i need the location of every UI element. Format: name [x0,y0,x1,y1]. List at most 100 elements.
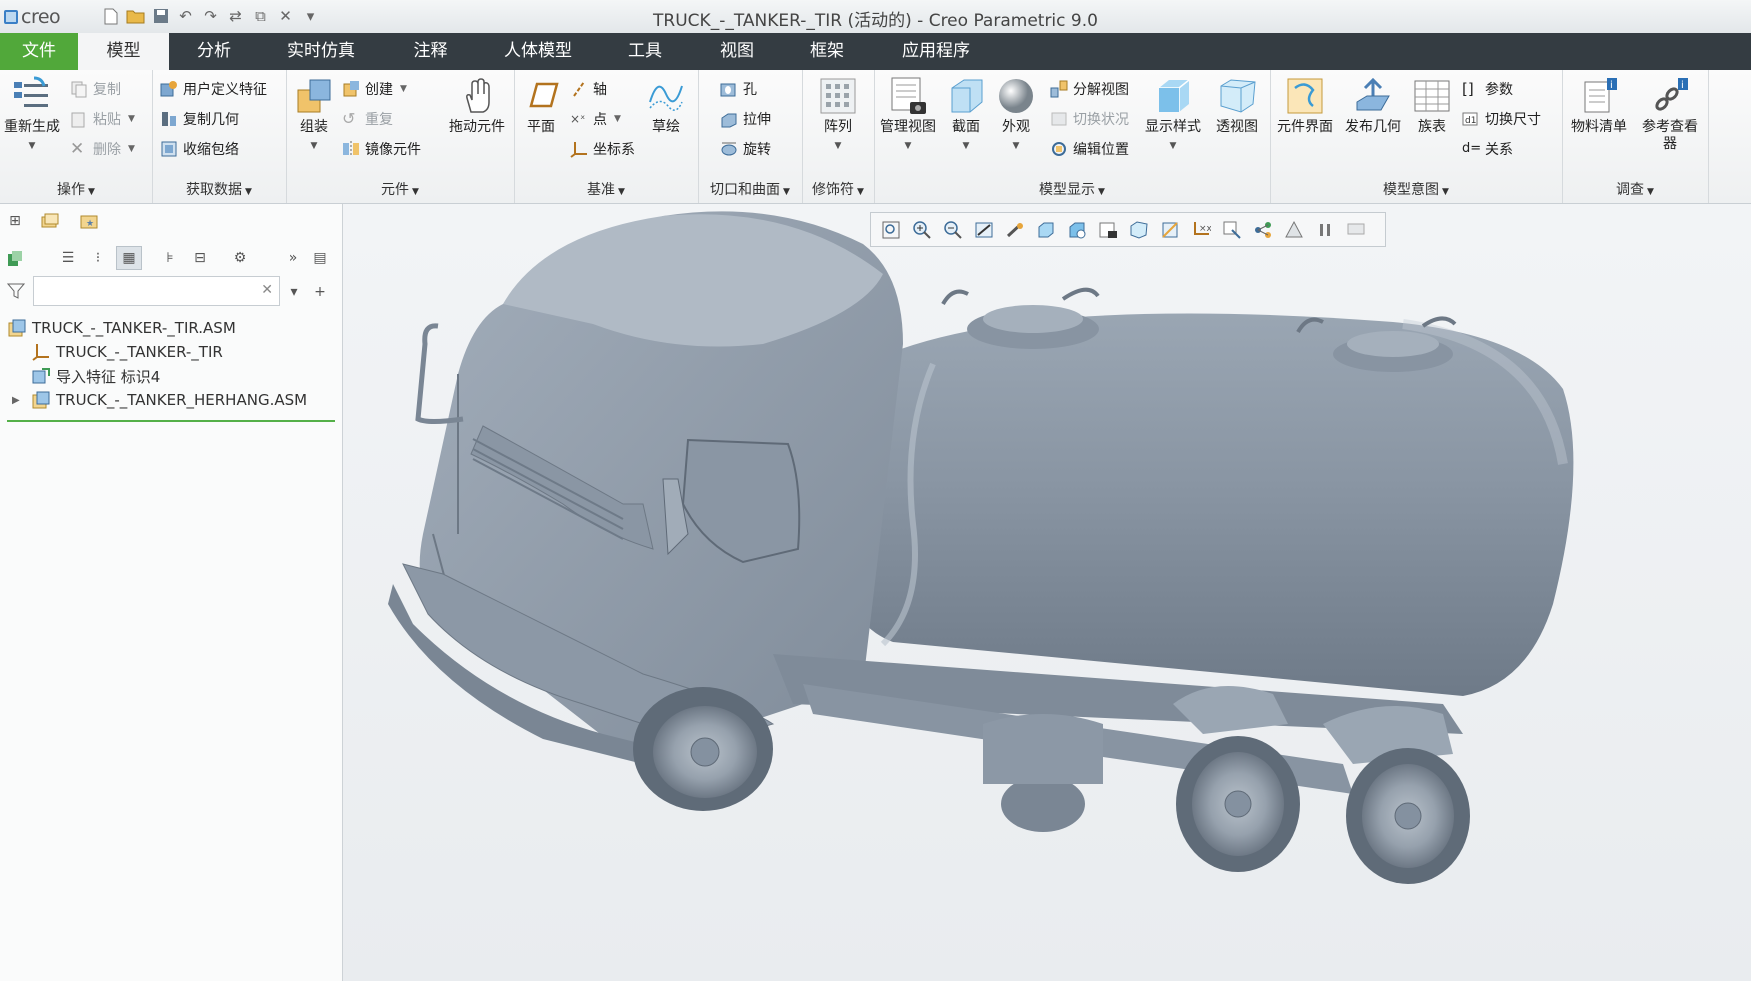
ribbon: 重新生成 ▼ 复制 粘贴 ▼ ✕ 删除 ▼ 操作 ▼ 用户定义特征 复制几何 收缩包络 … [0,70,1751,204]
axis-button[interactable]: 轴 [570,76,607,102]
filter-funnel-icon[interactable] [6,281,26,301]
section-button[interactable]: 截面 ▼ [938,74,994,155]
extrude-label: 拉伸 [743,112,771,128]
create-button[interactable]: 创建 ▼ [342,76,407,102]
tab-analysis[interactable]: 分析 [169,33,259,70]
gear-icon[interactable]: ⚙ [230,248,250,268]
shrinkwrap-button[interactable]: 收缩包络 [160,136,239,162]
tree-filters-icon[interactable]: ⊧ [160,248,180,268]
toggle-status-button[interactable]: 切换状况 [1050,106,1129,132]
tab-applications[interactable]: 应用程序 [872,33,1000,70]
insert-indicator[interactable] [7,420,335,422]
switch-dimensions-icon: d1 [1462,110,1480,128]
clear-search-icon[interactable]: ✕ [261,282,273,298]
sketch-button[interactable]: 草绘 [638,74,694,136]
extrude-icon [720,110,738,128]
reference-viewer-button[interactable]: i 参考查看 器 [1634,74,1706,153]
group-label-model-display[interactable]: 模型显示 ▼ [874,179,1270,199]
tree-levels-icon[interactable]: ⁝ [88,248,108,268]
revolve-button[interactable]: 旋转 [720,136,771,162]
shrinkwrap-icon [160,140,178,158]
edit-position-button[interactable]: 编辑位置 [1050,136,1129,162]
folder-browser-tab-icon[interactable] [40,211,60,231]
appearance-sphere-icon [996,76,1036,116]
group-label-investigate[interactable]: 调查 ▼ [1562,179,1708,199]
tree-item-subassembly[interactable]: ▶ TRUCK_-_TANKER_HERHANG.ASM [12,388,307,412]
axis-label: 轴 [593,82,607,98]
tree-item-label: TRUCK_-_TANKER-_TIR [56,343,223,361]
extrude-button[interactable]: 拉伸 [720,106,771,132]
hole-button[interactable]: 孔 [720,76,757,102]
tree-table-icon[interactable]: ▦ [116,246,142,270]
tab-tools[interactable]: 工具 [598,33,692,70]
group-label-get-data[interactable]: 获取数据 ▼ [152,179,286,199]
tab-file[interactable]: 文件 [0,33,78,70]
group-operations: 重新生成 ▼ 复制 粘贴 ▼ ✕ 删除 ▼ 操作 ▼ [0,70,153,203]
model-tree-tab-icon[interactable]: ⊞ [5,211,25,231]
expand-more-icon[interactable]: » [283,248,303,268]
udf-button[interactable]: 用户定义特征 [160,76,267,102]
display-style-button[interactable]: 显示样式 ▼ [1140,74,1206,155]
search-options-chevron-icon[interactable]: ▾ [284,282,304,302]
csys-button[interactable]: 坐标系 [570,136,635,162]
relations-button[interactable]: d= 关系 [1462,136,1513,162]
truck-tanker-model[interactable] [343,204,1751,981]
group-label-component[interactable]: 元件 ▼ [286,179,514,199]
tab-view[interactable]: 视图 [692,33,782,70]
group-label-cut-surface[interactable]: 切口和曲面 ▼ [698,179,802,199]
repeat-button[interactable]: ↺ 重复 [342,106,393,132]
delete-button[interactable]: ✕ 删除 ▼ [70,136,135,162]
tab-framework[interactable]: 框架 [782,33,872,70]
model-tree-show-icon[interactable] [5,248,25,268]
udf-icon [160,80,178,98]
tree-settings-icon[interactable]: ⊟ [190,248,210,268]
tab-model[interactable]: 模型 [78,33,169,70]
point-label: 点 [593,112,607,128]
tree-notes-icon[interactable]: ▤ [310,248,330,268]
svg-text:i: i [1681,80,1684,91]
pattern-button[interactable]: 阵列 ▼ [806,74,870,155]
appearance-button[interactable]: 外观 ▼ [988,74,1044,155]
group-label-model-intent[interactable]: 模型意图 ▼ [1270,179,1562,199]
tab-annotate[interactable]: 注释 [383,33,478,70]
assemble-button[interactable]: 组装 ▼ [286,74,342,155]
drag-components-button[interactable]: 拖动元件 [442,74,512,136]
revolve-label: 旋转 [743,142,771,158]
copy-geometry-button[interactable]: 复制几何 [160,106,239,132]
tree-item-root-assembly[interactable]: TRUCK_-_TANKER-_TIR.ASM [8,316,236,340]
paste-button[interactable]: 粘贴 ▼ [70,106,135,132]
tree-item-label: 导入特征 标识4 [56,367,161,386]
group-label-modifiers[interactable]: 修饰符 ▼ [802,179,874,199]
pattern-label: 阵列 [824,119,852,135]
publish-geometry-button[interactable]: 发布几何 [1340,74,1406,136]
component-interface-button[interactable]: 元件界面 [1272,74,1338,136]
favorites-tab-icon[interactable]: ★ [79,211,99,231]
perspective-button[interactable]: 透视图 [1206,74,1268,136]
plane-button[interactable]: 平面 [514,74,568,136]
family-table-button[interactable]: 族表 [1404,74,1460,136]
exploded-view-button[interactable]: 分解视图 [1050,76,1129,102]
tree-item-csys[interactable]: TRUCK_-_TANKER-_TIR [32,340,223,364]
graphics-window[interactable]: ×x [343,204,1751,981]
tree-item-import-feature[interactable]: 导入特征 标识4 [32,364,160,388]
tab-manikin[interactable]: 人体模型 [478,33,598,70]
hidden-wheels [983,714,1103,832]
parameters-button[interactable]: [] 参数 [1462,76,1513,102]
publish-geometry-icon [1353,76,1393,116]
switch-dimensions-button[interactable]: d1 切换尺寸 [1462,106,1541,132]
title-bar: creo ↶ ↷ ⇄ ⧉ ✕ ▾ TRUCK_-_TANKER-_TIR (活动… [0,0,1751,34]
group-label-operations[interactable]: 操作 ▼ [0,179,152,199]
add-icon[interactable]: + [310,282,330,302]
copy-button[interactable]: 复制 [70,76,121,102]
expand-arrow-icon[interactable]: ▶ [12,395,32,406]
tree-columns-icon[interactable]: ☰ [58,248,78,268]
mirror-component-button[interactable]: 镜像元件 [342,136,421,162]
manage-views-button[interactable]: 管理视图 ▼ [876,74,940,155]
tree-search-input[interactable]: ✕ [33,276,280,306]
repeat-icon: ↺ [342,109,356,128]
point-button[interactable]: ×ˣ 点 ▼ [570,106,621,132]
tab-live-simulation[interactable]: 实时仿真 [259,33,383,70]
bom-button[interactable]: i 物料清单 [1564,74,1634,136]
regenerate-button[interactable]: 重新生成 ▼ [0,74,64,155]
group-label-datum[interactable]: 基准 ▼ [514,179,698,199]
